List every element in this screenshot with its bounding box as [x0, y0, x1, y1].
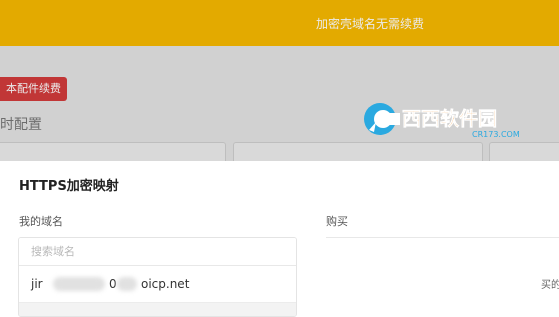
watermark-brand-text: 西西软件园: [402, 107, 497, 130]
buy-note-text: 买的: [541, 280, 559, 291]
watermark-url-text: CR173.COM: [472, 130, 520, 139]
https-mapping-modal: HTTPS加密映射 我的域名 购买 jir 0 oicp.net 买的: [0, 161, 559, 317]
watermark-c-icon: [364, 103, 400, 135]
redacted-blur: [117, 277, 137, 291]
domain-text-suffix: oicp.net: [141, 277, 190, 291]
buy-divider: [326, 237, 559, 238]
domain-list: jir 0 oicp.net: [18, 237, 297, 317]
domain-list-item[interactable]: [19, 303, 296, 316]
domain-list-item[interactable]: jir 0 oicp.net: [19, 266, 296, 303]
my-domains-label: 我的域名: [19, 215, 63, 228]
domain-search-input[interactable]: [19, 238, 296, 266]
domain-text-prefix: jir: [31, 277, 43, 291]
cr173-watermark-logo: 西西软件园 CR173.COM: [364, 103, 520, 139]
buy-label: 购买: [326, 215, 348, 228]
domain-text-middle: 0: [109, 277, 117, 291]
modal-title: HTTPS加密映射: [19, 179, 119, 194]
redacted-blur: [53, 277, 105, 291]
